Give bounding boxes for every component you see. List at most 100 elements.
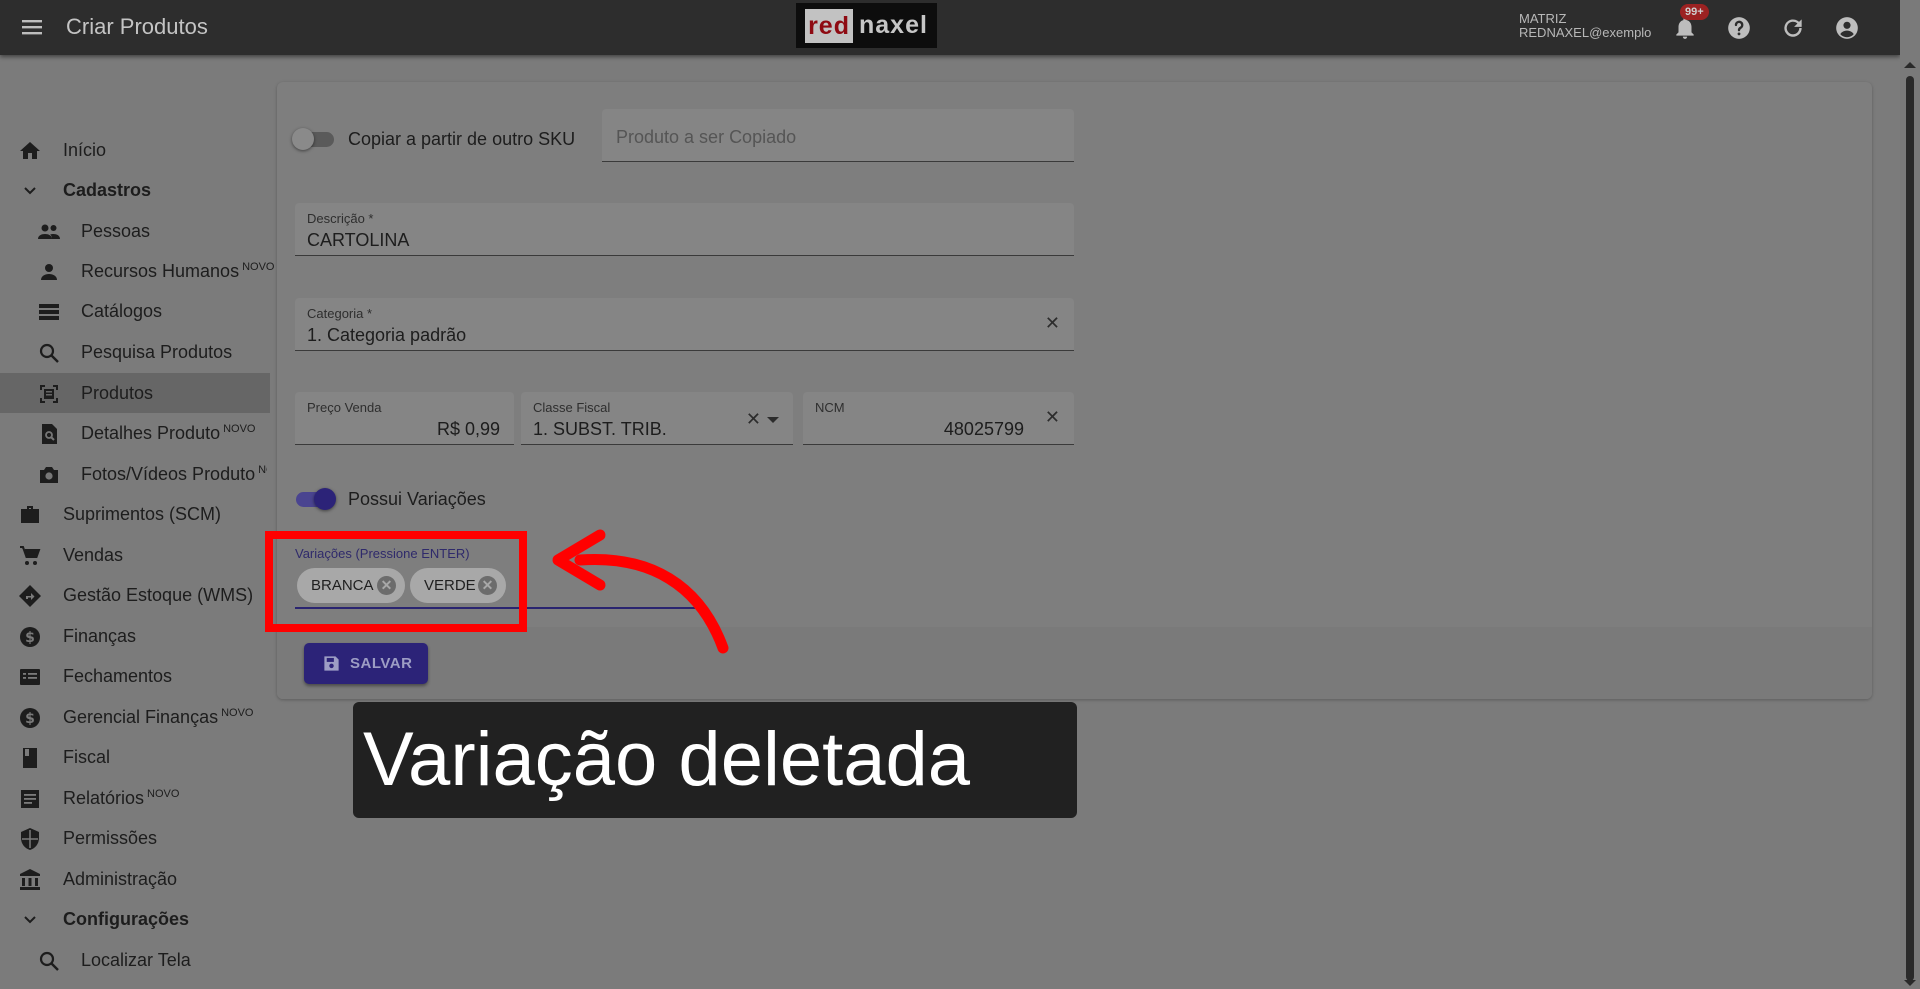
help-icon[interactable] [1726, 15, 1752, 41]
copy-product-input[interactable]: Produto a ser Copiado [602, 109, 1074, 162]
sidebar-item-label: Fiscal [63, 747, 111, 767]
sidebar-item-label: Pessoas [81, 221, 151, 241]
sidebar-item-label: Início [63, 140, 107, 160]
sidebar-item-permissoes[interactable]: Permissões [0, 818, 270, 858]
novo-badge: NOVO [258, 464, 267, 476]
chevron-down-icon[interactable] [767, 417, 779, 423]
chevron-down-icon [24, 916, 36, 924]
briefcase-icon [21, 506, 39, 523]
sidebar-item-label: Vendas [63, 545, 124, 565]
sidebar-item-suprimentos[interactable]: Suprimentos (SCM) [0, 494, 270, 534]
copy-product-placeholder: Produto a ser Copiado [616, 127, 797, 147]
sidebar-item-catalogos[interactable]: Catálogos [0, 291, 270, 331]
top-bar: Criar Produtos red naxel MATRIZ REDNAXEL… [0, 0, 1900, 55]
preco-venda-value: R$ 0,99 [436, 419, 500, 439]
sidebar-item-label: Cadastros [63, 180, 152, 200]
classe-fiscal-value: 1. SUBST. TRIB. [533, 419, 667, 439]
sidebar-item-label: Fotos/Vídeos ProdutoNOVO [81, 464, 267, 485]
company-name: MATRIZ [1519, 11, 1567, 26]
ncm-field[interactable]: NCM 48025799 ✕ [803, 392, 1074, 445]
user-email: REDNAXEL@exemplo [1519, 25, 1652, 40]
classe-fiscal-field[interactable]: Classe Fiscal 1. SUBST. TRIB. ✕ [521, 392, 793, 445]
sidebar-item-label: Administração [63, 869, 178, 889]
report-icon [21, 790, 39, 808]
sidebar-group-configuracoes[interactable]: Configurações [0, 899, 270, 939]
classe-fiscal-label: Classe Fiscal [533, 400, 611, 415]
list-icon [39, 304, 59, 320]
categoria-label: Categoria * [307, 306, 373, 321]
categoria-field[interactable]: Categoria * 1. Categoria padrão ✕ [295, 298, 1074, 351]
sidebar-item-recursos-humanos[interactable]: Recursos Humanos NOVO [0, 251, 274, 291]
sidebar-item-gestao-estoque[interactable]: Gestão Estoque (WMS) [0, 575, 270, 615]
logo[interactable]: red naxel [796, 3, 937, 48]
sidebar-item-label: Configurações [63, 909, 190, 929]
scroll-down-arrow[interactable] [1904, 980, 1916, 986]
novo-badge: NOVO [221, 707, 254, 719]
ncm-value: 48025799 [943, 419, 1024, 439]
person-icon [41, 264, 57, 280]
sidebar-item-financas[interactable]: $ Finanças [0, 616, 270, 656]
sidebar-item-gerencial-financas[interactable]: $ Gerencial Finanças NOVO [0, 697, 270, 737]
highlight-box [265, 531, 527, 632]
account-icon[interactable] [1834, 15, 1860, 41]
search-icon [39, 343, 59, 363]
sidebar-item-produtos[interactable]: Produtos [0, 373, 270, 413]
dollar-icon: $ [20, 708, 40, 728]
sidebar-item-label: Fechamentos [63, 666, 173, 686]
variacoes-toggle-label: Possui Variações [348, 489, 486, 509]
home-icon [20, 142, 40, 159]
sidebar-item-fechamentos[interactable]: Fechamentos [0, 656, 270, 696]
sidebar-item-fiscal[interactable]: Fiscal [0, 737, 270, 777]
sidebar-item-localizar-tela[interactable]: Localizar Tela [0, 940, 270, 980]
clear-classe-fiscal-icon[interactable]: ✕ [746, 409, 761, 430]
menu-icon[interactable] [20, 16, 46, 38]
sidebar-item-inicio[interactable]: Início [0, 130, 270, 170]
save-icon [324, 656, 339, 671]
sidebar-item-label: Produtos [81, 383, 154, 403]
scroll-up-arrow[interactable] [1904, 62, 1916, 68]
refresh-icon[interactable] [1780, 15, 1806, 41]
descricao-field[interactable]: Descrição * CARTOLINA [295, 203, 1074, 256]
annotation-caption-text: Variação deletada [363, 717, 971, 802]
sidebar-item-detalhes-produto[interactable]: Detalhes Produto NOVO [0, 413, 270, 453]
sidebar-item-fotos-videos[interactable]: Fotos/Vídeos ProdutoNOVO [0, 454, 270, 494]
sidebar-item-vendas[interactable]: Vendas [0, 535, 270, 575]
sidebar-item-pesquisa-produtos[interactable]: Pesquisa Produtos [0, 332, 270, 372]
svg-text:$: $ [25, 711, 35, 727]
annotation-arrow-icon [552, 529, 729, 654]
bank-icon [20, 869, 40, 890]
sidebar-item-pessoas[interactable]: Pessoas [0, 211, 270, 251]
sidebar-item-administracao[interactable]: Administração [0, 859, 270, 899]
directions-icon [19, 585, 41, 607]
search-icon [39, 951, 59, 971]
svg-text:$: $ [25, 630, 35, 646]
preco-venda-label: Preço Venda [307, 400, 382, 415]
receipt-icon [20, 669, 40, 685]
copy-sku-switch[interactable] [292, 128, 314, 150]
sidebar-item-label: Gerencial Finanças NOVO [63, 707, 254, 727]
clear-ncm-icon[interactable]: ✕ [1045, 407, 1060, 428]
product-icon [40, 385, 58, 403]
preco-venda-field[interactable]: Preço Venda R$ 0,99 [295, 392, 514, 445]
page-title: Criar Produtos [66, 14, 208, 39]
sidebar-item-label: Pesquisa Produtos [81, 342, 233, 362]
logo-white-text: naxel [858, 11, 928, 39]
sidebar-group-cadastros[interactable]: Cadastros [0, 170, 270, 210]
sidebar-item-label: Recursos Humanos NOVO [81, 261, 275, 281]
sidebar-item-label: Gestão Estoque (WMS) [63, 585, 254, 605]
user-info[interactable]: MATRIZ REDNAXEL@exemplo [1519, 12, 1651, 40]
clear-categoria-icon[interactable]: ✕ [1045, 313, 1060, 334]
sidebar-item-label: Detalhes Produto NOVO [81, 423, 256, 443]
sidebar-item-label: Localizar Tela [81, 950, 191, 970]
variacoes-switch[interactable] [314, 488, 336, 510]
sidebar-item-label: Relatórios NOVO [63, 788, 180, 808]
ncm-label: NCM [815, 400, 845, 415]
save-button[interactable]: SALVAR [304, 643, 428, 684]
notification-badge: 99+ [1680, 4, 1709, 20]
chevron-down-icon [24, 187, 36, 195]
scrollbar-thumb[interactable] [1906, 76, 1914, 981]
sidebar-item-relatorios[interactable]: Relatórios NOVO [0, 778, 270, 818]
dollar-icon: $ [20, 627, 40, 647]
form-actions-bar [277, 627, 1872, 699]
sidebar-item-label: Catálogos [81, 301, 163, 321]
